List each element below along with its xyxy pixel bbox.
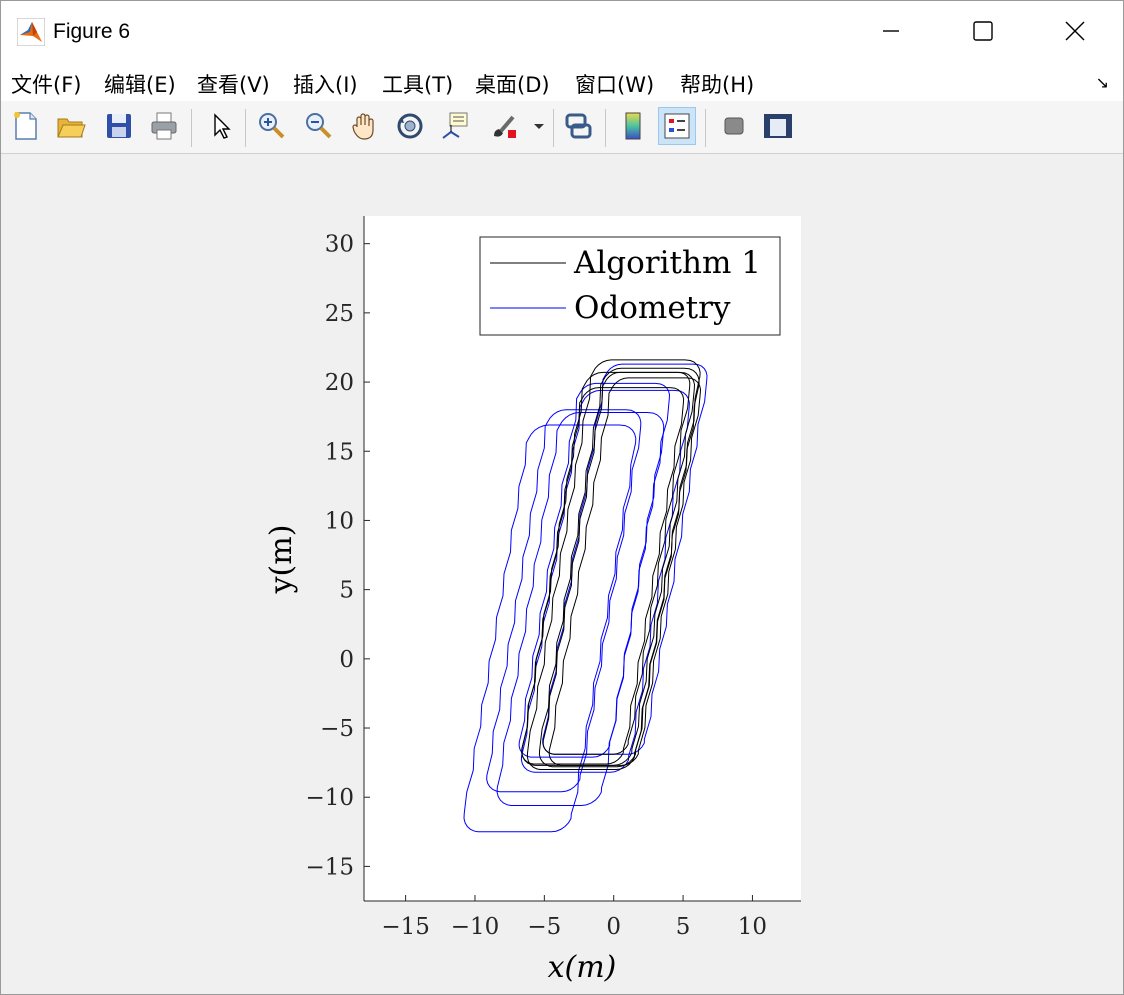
x-tick-label: −5 bbox=[527, 914, 561, 940]
x-tick-label: 10 bbox=[738, 914, 767, 940]
y-tick-label: 0 bbox=[339, 647, 354, 673]
y-tick-label: 15 bbox=[325, 439, 354, 465]
x-tick-label: 5 bbox=[676, 914, 691, 940]
y-tick-label: 5 bbox=[339, 578, 354, 604]
x-tick-label: −10 bbox=[451, 914, 500, 940]
x-tick-label: 0 bbox=[606, 914, 621, 940]
y-tick-label: 25 bbox=[325, 301, 354, 327]
y-tick-label: −10 bbox=[305, 785, 354, 811]
figure-canvas: −15 −10 −5 0 5 10 −15 −10 −5 0 5 10 15 20 25 30 x(m) y… bbox=[264, 216, 801, 985]
y-ticks: −15 −10 −5 0 5 10 15 20 25 30 bbox=[305, 232, 370, 880]
y-tick-label: 30 bbox=[325, 232, 354, 258]
x-axis-label: x(m) bbox=[548, 950, 617, 985]
x-tick-label: −15 bbox=[381, 914, 430, 940]
legend-label-odometry: Odometry bbox=[574, 290, 731, 326]
x-ticks: −15 −10 −5 0 5 10 bbox=[381, 895, 767, 940]
y-tick-label: −15 bbox=[305, 854, 354, 880]
y-tick-label: 10 bbox=[325, 508, 354, 534]
figure-window: Figure 6 文件(F) 编辑(E) 查看(V) 插入(I) 工具(T) 桌… bbox=[0, 0, 1124, 995]
y-tick-label: −5 bbox=[320, 716, 354, 742]
legend-label-algorithm: Algorithm 1 bbox=[573, 245, 761, 281]
legend[interactable]: Algorithm 1 Odometry bbox=[479, 236, 781, 336]
y-tick-label: 20 bbox=[325, 370, 354, 396]
y-axis-label: y(m) bbox=[264, 525, 299, 595]
